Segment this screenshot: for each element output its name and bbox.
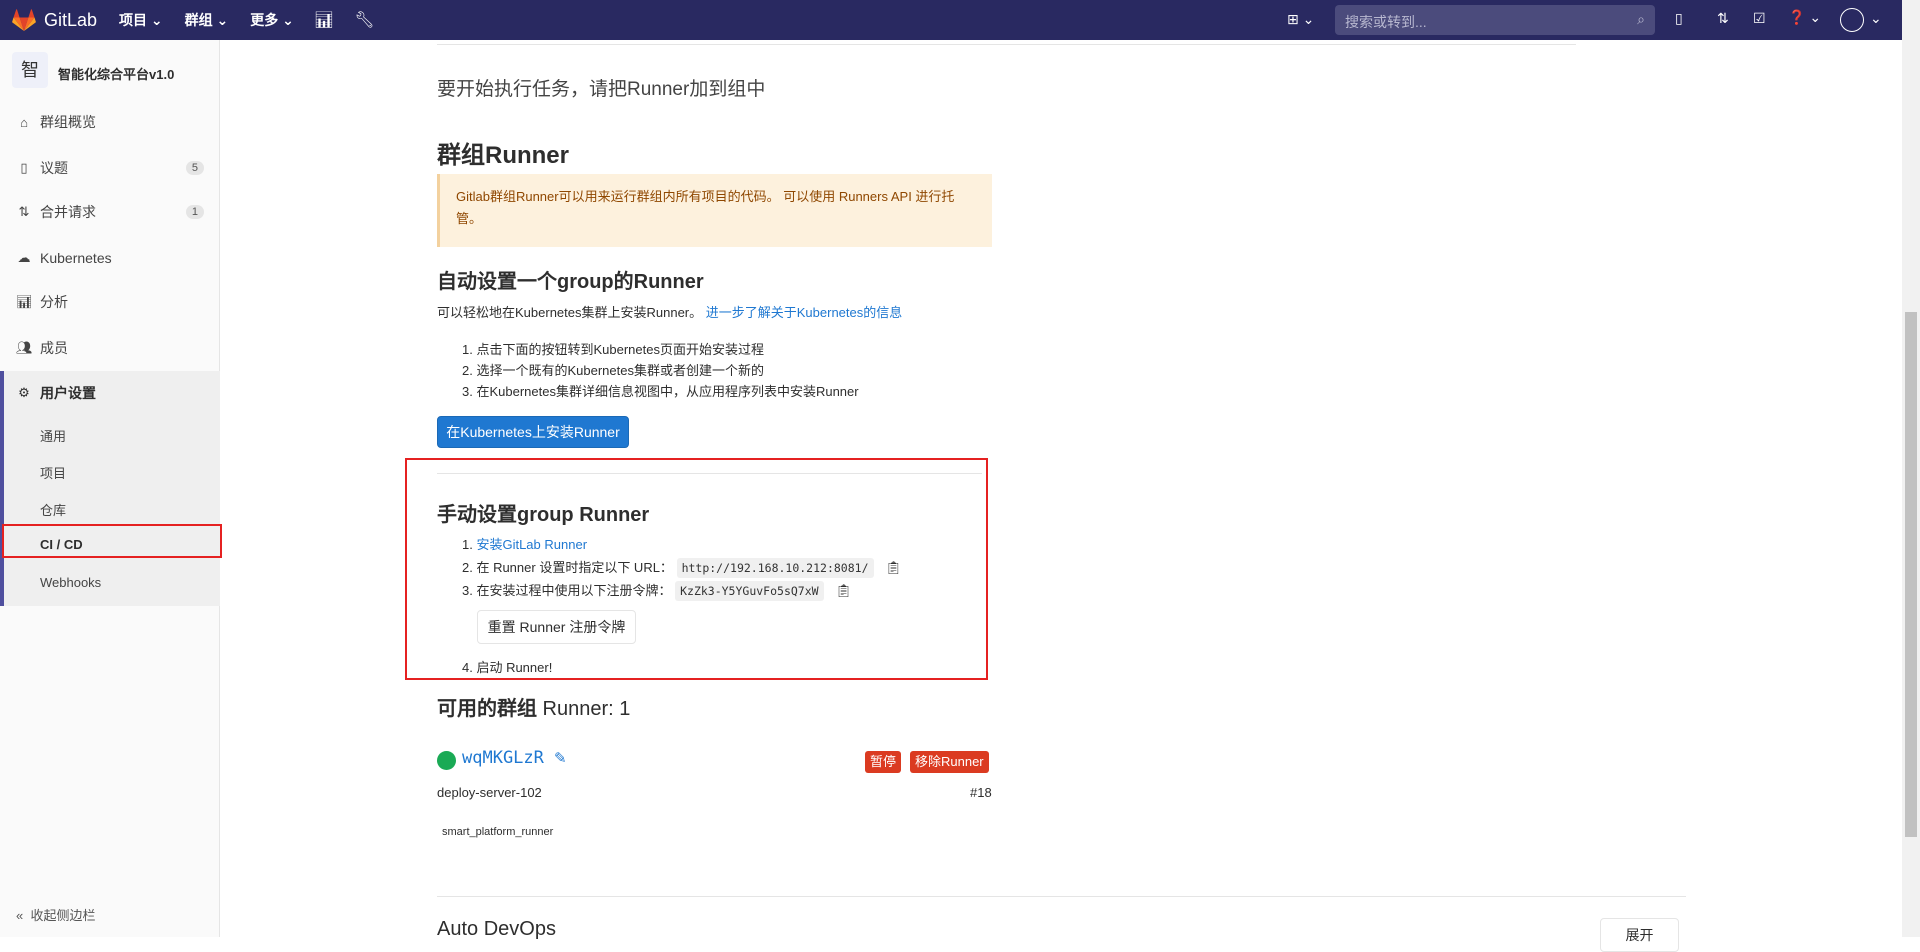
home-icon: ⌂ [20, 114, 28, 130]
group-avatar: 智 [12, 52, 48, 88]
brand-name: GitLab [44, 9, 98, 30]
group-runner-heading: 群组Runner [437, 142, 569, 169]
runner-url: http://192.168.10.212:8081/ [676, 558, 874, 578]
remove-runner-button[interactable]: 移除Runner [910, 751, 989, 773]
sidebar-item-kubernetes[interactable]: ☁ Kubernetes [0, 238, 220, 278]
divider [437, 44, 1576, 45]
sidebar-sub-repository[interactable]: 仓库 [40, 500, 66, 519]
sidebar-item-members[interactable]: 👥︎ 成员 [0, 328, 220, 368]
auto-step: 2. 选择一个既有的Kubernetes集群或者创建一个新的 [462, 363, 764, 378]
collapse-label: 收起侧边栏 [30, 908, 96, 923]
info-alert: Gitlab群组Runner可以用来运行群组内所有项目的代码。 可以使用 Run… [437, 174, 992, 247]
divider [437, 473, 982, 474]
count-badge: 1 [185, 205, 204, 219]
issues-icon[interactable]: ▯ [1675, 10, 1683, 27]
sidebar-item-label: 用户设置 [40, 385, 96, 401]
runner-id-link[interactable]: wqMKGLzR [462, 748, 544, 768]
user-avatar[interactable] [1840, 8, 1864, 32]
users-icon: 👥︎ [16, 340, 33, 355]
divider [437, 896, 1686, 897]
search-input[interactable]: 搜索或转到... ⌕ [1335, 5, 1655, 35]
copy-token-icon[interactable]: 📋︎ [835, 583, 852, 598]
nav-projects[interactable]: 项目 ⌄ [119, 10, 163, 30]
cloud-icon: ☁ [17, 250, 31, 265]
sidebar-sub-webhooks[interactable]: Webhooks [40, 575, 101, 590]
sidebar-item-settings[interactable]: ⚙ 用户设置 [0, 373, 220, 413]
sidebar-item-merge-requests[interactable]: ⇅ 合并请求 1 [0, 192, 220, 232]
chevron-down-icon[interactable]: ⌄ [1870, 10, 1882, 27]
nav-groups-label: 群组 [184, 12, 213, 28]
sidebar-item-label: 群组概览 [40, 114, 96, 130]
merge-request-icon: ⇅ [18, 204, 30, 219]
todos-icon[interactable]: ☑ [1753, 10, 1766, 27]
auto-setup-heading: 自动设置一个group的Runner [437, 271, 704, 293]
sidebar: 智 智能化综合平台v1.0 ⌂ 群组概览 ▯ 议题 5 ⇅ 合并请求 1 ☁ Kuberne… [0, 40, 222, 937]
registration-token: KzZk3-Y5YGuvFo5sQ7xW [675, 581, 824, 601]
nav-groups[interactable]: 群组 ⌄ [185, 10, 229, 30]
search-icon: ⌕ [1637, 11, 1645, 27]
step-number: 1. [462, 537, 477, 552]
chart-icon: 📊︎ [16, 294, 33, 309]
gear-icon: ⚙ [18, 385, 30, 400]
copy-url-icon[interactable]: 📋︎ [885, 560, 902, 575]
highlight-box [2, 524, 222, 558]
count-badge: 5 [185, 161, 204, 175]
kubernetes-info-link[interactable]: 进一步了解关于Kubernetes的信息 [706, 305, 903, 320]
runner-status-dot [437, 751, 456, 770]
manual-setup-heading: 手动设置group Runner [437, 504, 650, 526]
collapse-sidebar-button[interactable]: « 收起侧边栏 [16, 905, 95, 924]
activity-chart-icon[interactable]: 📊︎ [314, 10, 334, 30]
sidebar-item-label: Kubernetes [40, 250, 112, 266]
wrench-icon[interactable]: 🔧︎ [354, 10, 374, 30]
intro-text: 要开始执行任务，请把Runner加到组中 [437, 79, 766, 100]
available-runners-count: Runner: 1 [537, 698, 631, 720]
scrollbar-thumb[interactable] [1905, 312, 1917, 837]
top-navbar: GitLab 项目 ⌄ 群组 ⌄ 更多 ⌄ 📊︎ 🔧︎ ⊞ ⌄ 搜索或转到...… [0, 0, 1902, 40]
group-name[interactable]: 智能化综合平台v1.0 [58, 64, 174, 83]
step-text: 2. 在 Runner 设置时指定以下 URL： [462, 560, 673, 575]
runner-description: deploy-server-102 [437, 785, 542, 800]
step-text: 4. 启动 Runner! [462, 660, 553, 675]
install-runner-link[interactable]: 安装GitLab Runner [476, 537, 587, 552]
runner-tag: smart_platform_runner [442, 826, 554, 838]
sidebar-item-label: 合并请求 [40, 204, 96, 220]
tanuki-icon [12, 9, 36, 31]
nav-projects-label: 项目 [119, 12, 148, 28]
pause-runner-button[interactable]: 暂停 [865, 751, 902, 773]
reset-token-button[interactable]: 重置 Runner 注册令牌 [477, 610, 636, 644]
runner-number: #18 [970, 785, 992, 800]
sidebar-item-analytics[interactable]: 📊︎ 分析 [0, 282, 220, 322]
step-text: 3. 在安装过程中使用以下注册令牌： [462, 583, 672, 598]
auto-desc: 可以轻松地在Kubernetes集群上安装Runner。 [437, 305, 703, 320]
auto-step: 3. 在Kubernetes集群详细信息视图中，从应用程序列表中安装Runner [462, 384, 859, 399]
sidebar-item-label: 分析 [40, 294, 68, 310]
issues-icon: ▯ [20, 160, 28, 175]
search-placeholder: 搜索或转到... [1345, 14, 1427, 30]
nav-more[interactable]: 更多 ⌄ [250, 10, 294, 30]
sidebar-sub-general[interactable]: 通用 [40, 426, 66, 445]
help-icon[interactable]: ❓ ⌄ [1788, 9, 1821, 26]
auto-step: 1. 点击下面的按钮转到Kubernetes页面开始安装过程 [462, 342, 764, 357]
sidebar-sub-projects[interactable]: 项目 [40, 463, 66, 482]
sidebar-item-label: 议题 [40, 160, 68, 176]
merge-requests-icon[interactable]: ⇅ [1717, 10, 1729, 27]
sidebar-item-label: 成员 [40, 340, 68, 356]
expand-button[interactable]: 展开 [1600, 918, 1679, 952]
double-chevron-left-icon: « [16, 908, 24, 923]
install-runner-kubernetes-button[interactable]: 在Kubernetes上安装Runner [437, 416, 629, 448]
edit-icon[interactable]: ✎ [554, 749, 567, 767]
nav-more-label: 更多 [250, 12, 279, 28]
gitlab-logo[interactable]: GitLab [12, 9, 97, 31]
new-plus-icon[interactable]: ⊞ ⌄ [1287, 11, 1314, 28]
sidebar-item-issues[interactable]: ▯ 议题 5 [0, 148, 220, 188]
scrollbar[interactable] [1902, 0, 1920, 937]
auto-devops-heading: Auto DevOps [437, 918, 556, 940]
available-runners-heading: 可用的群组 [437, 698, 537, 720]
sidebar-item-overview[interactable]: ⌂ 群组概览 [0, 102, 220, 142]
